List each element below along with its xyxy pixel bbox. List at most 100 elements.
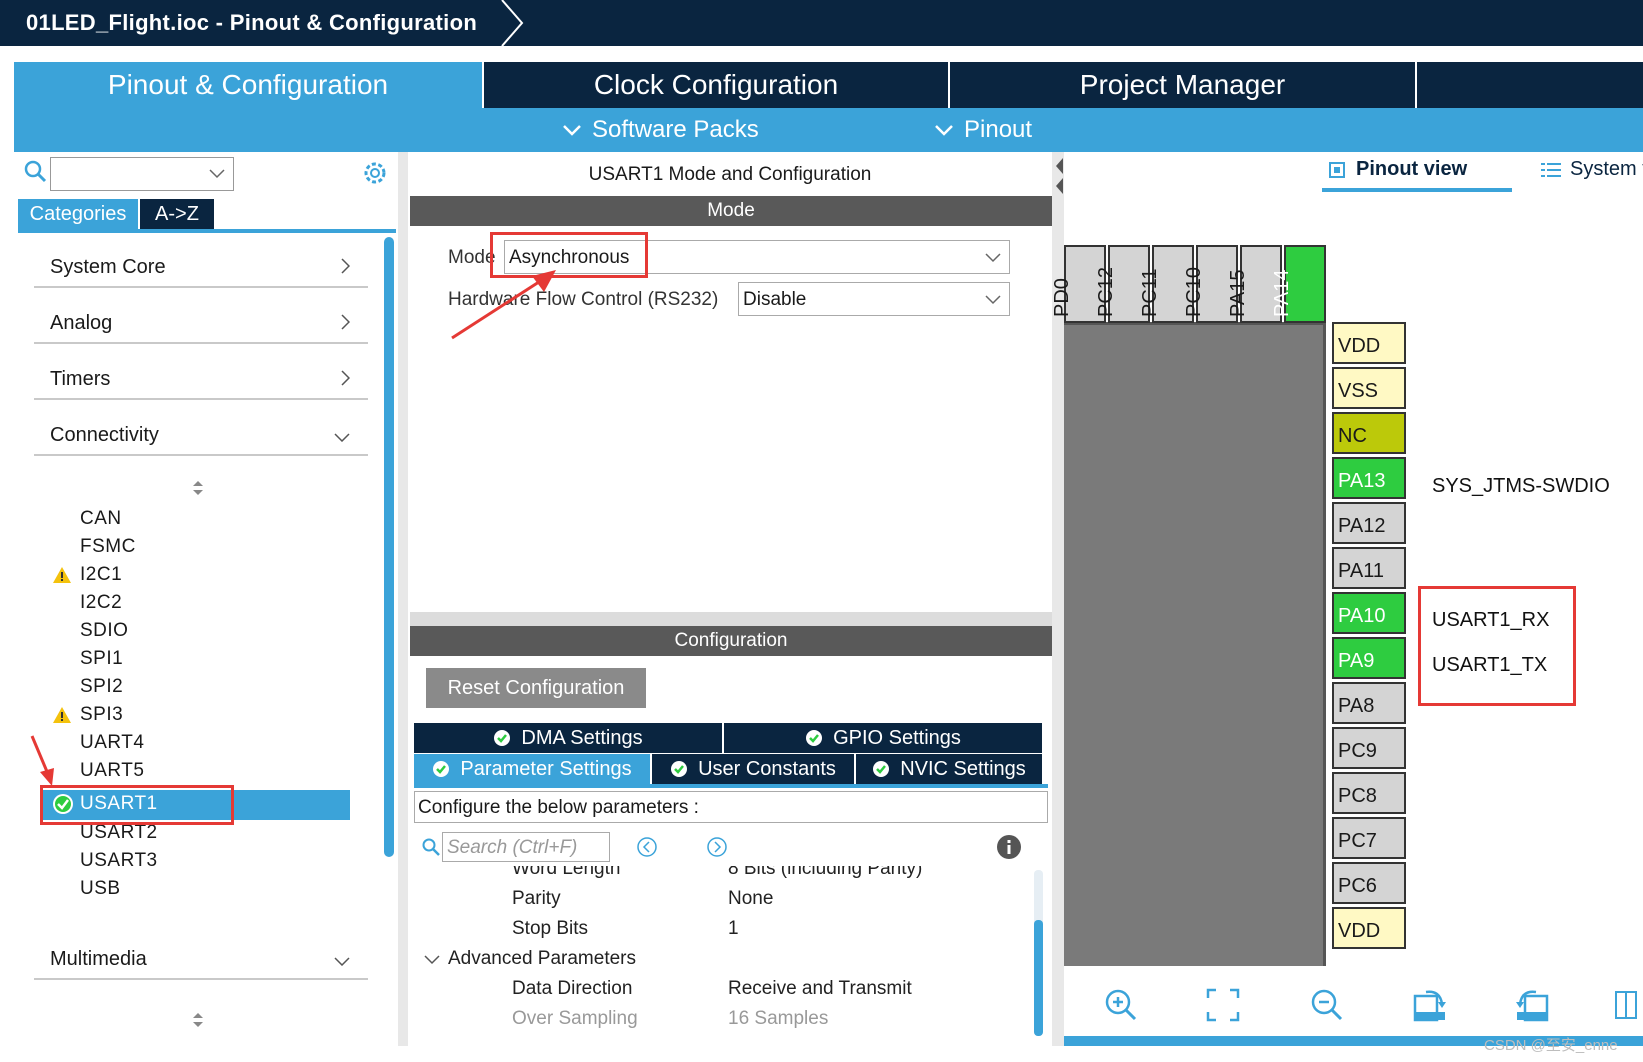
pinout-menu[interactable]: Pinout [934,116,1032,144]
peripheral-sdio[interactable]: SDIO [80,620,128,642]
parameter-search-input[interactable]: Search (Ctrl+F) [442,832,610,862]
pin-pa13[interactable]: PA13 [1332,457,1406,499]
peripheral-usart3[interactable]: USART3 [80,850,158,872]
rotate-right-icon[interactable] [1412,988,1448,1022]
zoom-in-icon[interactable] [1104,988,1138,1022]
panel-divider[interactable] [410,612,1052,626]
tab-extra[interactable] [1417,62,1643,108]
zoom-out-icon[interactable] [1310,988,1344,1022]
ok-icon [494,730,511,746]
category-connectivity[interactable]: Connectivity [34,408,368,456]
tab-user-constants[interactable]: User Constants [652,754,854,784]
tab-pinout-view[interactable]: Pinout view [1326,158,1467,181]
pin-vdd-2[interactable]: VDD [1332,907,1406,949]
param-value[interactable]: None [728,888,773,910]
pin-pa12[interactable]: PA12 [1332,502,1406,544]
chevron-down-icon [334,957,350,966]
param-name: Over Sampling [512,1008,638,1029]
peripheral-usart2[interactable]: USART2 [80,822,158,844]
parameter-scrollbar[interactable] [1034,920,1043,1036]
tab-gpio-settings[interactable]: GPIO Settings [724,723,1042,753]
peripheral-i2c1[interactable]: I2C1 [80,564,122,586]
previous-result-icon[interactable] [636,836,658,858]
left-scrollbar[interactable] [384,237,394,857]
pin-vdd[interactable]: VDD [1332,322,1406,364]
pin-pc7[interactable]: PC7 [1332,817,1406,859]
pin-label: NC [1338,425,1367,447]
peripheral-uart5[interactable]: UART5 [80,760,144,782]
pin-label: PA11 [1338,560,1384,582]
pin-nc[interactable]: NC [1332,412,1406,454]
flow-control-select[interactable]: Disable [738,282,1010,316]
tab-categories[interactable]: Categories [18,199,138,230]
reset-configuration-button[interactable]: Reset Configuration [426,668,646,708]
chip-icon [1329,161,1345,178]
warning-icon [53,707,71,723]
pin-label: PC7 [1338,830,1377,852]
pin-label: PA15 [1227,269,1249,317]
tab-dma-settings[interactable]: DMA Settings [414,723,722,753]
pin-vss[interactable]: VSS [1332,367,1406,409]
category-timers[interactable]: Timers [34,352,368,400]
info-icon[interactable] [996,834,1022,860]
pin-pa14[interactable]: PA14 [1271,245,1326,323]
tab-system-view[interactable]: System v [1540,158,1643,181]
peripheral-spi3[interactable]: SPI3 [80,704,123,726]
chevron-down-icon [334,433,350,442]
tab-project-manager[interactable]: Project Manager [950,62,1415,108]
param-value[interactable]: 1 [728,918,739,940]
peripheral-i2c2[interactable]: I2C2 [80,592,122,614]
chevron-down-icon [935,125,953,136]
pin-pa9[interactable]: PA9 [1332,637,1406,679]
sort-icon[interactable] [192,480,204,496]
pin-pa8[interactable]: PA8 [1332,682,1406,724]
collapse-arrows-icon[interactable] [1054,156,1064,196]
pin-label: VDD [1338,920,1381,942]
param-value[interactable]: 8 Bits (including Parity) [728,866,922,880]
category-analog[interactable]: Analog [34,296,368,344]
annotation-box-usart-pins [1418,586,1576,706]
pin-label: PC8 [1338,785,1377,807]
fit-screen-icon[interactable] [1206,988,1240,1022]
pin-function-pa13: SYS_JTMS-SWDIO [1432,475,1610,497]
tab-nvic-settings[interactable]: NVIC Settings [856,754,1042,784]
category-search-input[interactable] [50,157,234,191]
chevron-down-icon[interactable] [424,954,440,966]
advanced-parameters-group[interactable]: Advanced Parameters [448,948,636,970]
param-value[interactable]: Receive and Transmit [728,978,912,1000]
category-label: System Core [50,256,166,278]
peripheral-spi2[interactable]: SPI2 [80,676,123,698]
category-multimedia[interactable]: Multimedia [34,932,368,980]
pin-pa10[interactable]: PA10 [1332,592,1406,634]
category-label: Analog [50,312,113,334]
pin-label: VSS [1338,380,1379,402]
pin-pc9[interactable]: PC9 [1332,727,1406,769]
tab-parameter-settings[interactable]: Parameter Settings [414,754,650,784]
chevron-right-icon [341,314,350,330]
category-system-core[interactable]: System Core [34,240,368,288]
sort-icon[interactable] [192,1012,204,1028]
search-icon[interactable] [24,160,48,184]
pin-pa11[interactable]: PA11 [1332,547,1406,589]
pin-pc8[interactable]: PC8 [1332,772,1406,814]
search-placeholder: Search (Ctrl+F) [447,837,578,858]
next-result-icon[interactable] [706,836,728,858]
split-view-icon[interactable] [1614,988,1638,1022]
rotate-left-icon[interactable] [1514,988,1550,1022]
tab-a-to-z[interactable]: A->Z [140,199,214,230]
peripheral-can[interactable]: CAN [80,508,122,530]
chevron-down-icon [563,125,581,136]
window-title-bar: 01LED_Flight.ioc - Pinout & Configuratio… [0,0,1643,46]
peripheral-spi1[interactable]: SPI1 [80,648,123,670]
pin-pc6[interactable]: PC6 [1332,862,1406,904]
panel-splitter[interactable] [398,152,408,1046]
software-packs-menu[interactable]: Software Packs [562,116,759,144]
tab-pinout-configuration[interactable]: Pinout & Configuration [14,62,482,108]
peripheral-fsmc[interactable]: FSMC [80,536,136,558]
tab-clock-configuration[interactable]: Clock Configuration [484,62,948,108]
list-icon [1541,162,1561,177]
pinout-label: Pinout [964,116,1033,143]
peripheral-usb[interactable]: USB [80,878,121,900]
gear-icon[interactable] [362,160,388,186]
peripheral-uart4[interactable]: UART4 [80,732,144,754]
